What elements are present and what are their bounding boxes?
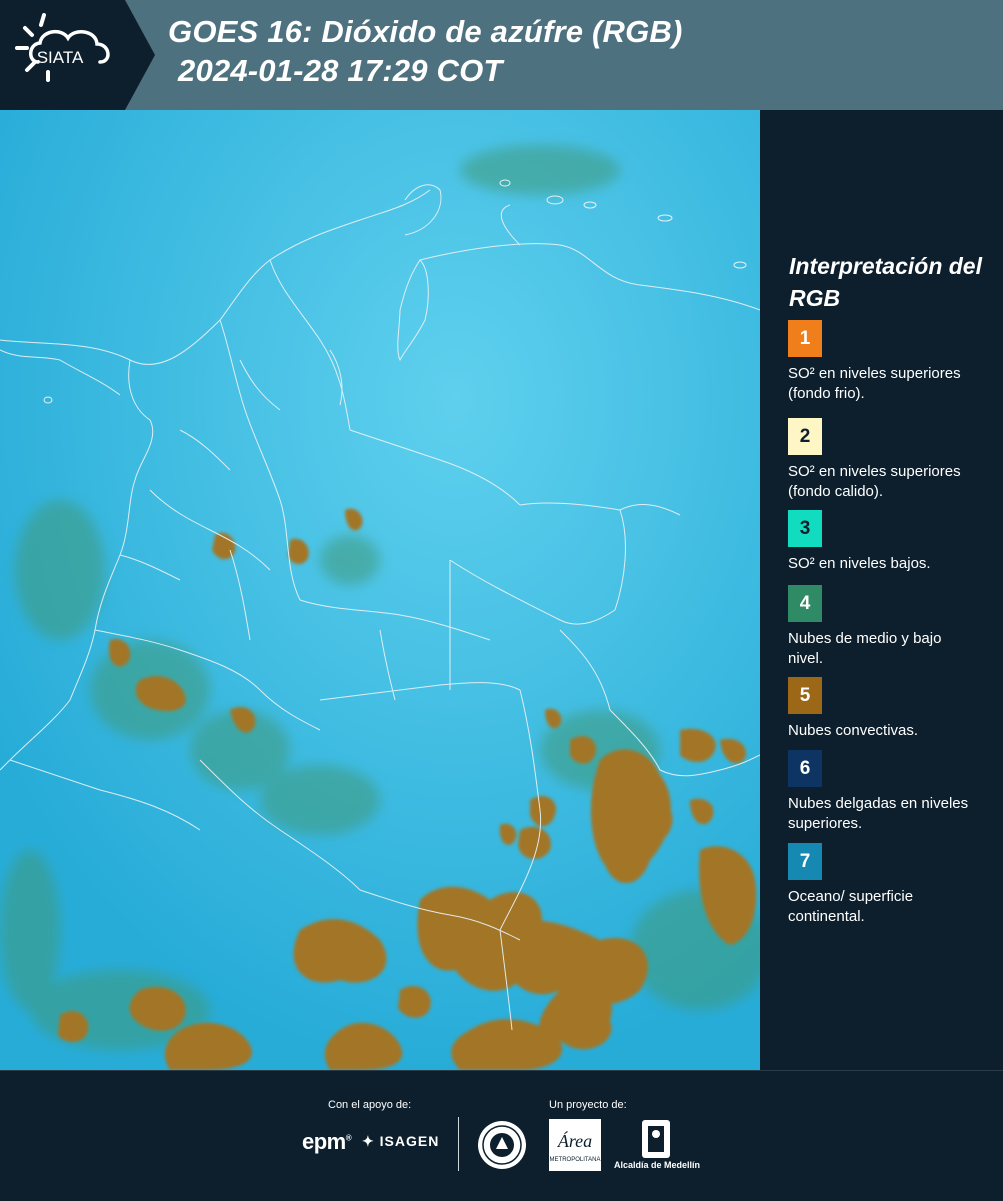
legend-item: 2 SO² en niveles superiores (fondo calid… [788, 418, 998, 508]
epm-logo: epm® [302, 1129, 352, 1154]
header-bar: SIATA GOES 16: Dióxido de azúfre (RGB) 2… [0, 0, 1003, 110]
legend-title: Interpretación del RGB [789, 253, 982, 311]
legend-item: 6 Nubes delgadas en niveles superiores. [788, 750, 998, 834]
legend-swatch: 1 [788, 320, 822, 357]
legend-item: 5 Nubes convectivas. [788, 677, 998, 741]
page-title: GOES 16: Dióxido de azúfre (RGB) [168, 14, 683, 49]
project-label: Un proyecto de: [549, 1099, 627, 1111]
legend-label: SO² en niveles bajos. [788, 555, 931, 572]
satellite-map [0, 110, 760, 1070]
alcaldia-logo-text: Alcaldía de Medellín [613, 1160, 701, 1170]
legend-item: 4 Nubes de medio y bajo nivel. [788, 585, 998, 669]
legend-label: Oceano/ superficie continental. [788, 888, 914, 925]
alcaldia-shield-icon [642, 1120, 670, 1158]
legend-label: Nubes de medio y bajo nivel. [788, 630, 942, 667]
page-subtitle-timestamp: 2024-01-28 17:29 COT [178, 53, 503, 88]
area-logo-subtext: METROPOLITANA [550, 1157, 601, 1163]
legend-label: Nubes convectivas. [788, 722, 919, 739]
support-label: Con el apoyo de: [328, 1099, 412, 1111]
legend-item: 1 SO² en niveles superiores (fondo frio)… [788, 320, 998, 404]
isagen-logo: ✦ ISAGEN [362, 1133, 440, 1149]
area-metropolitana-logo: Área METROPOLITANA [549, 1119, 601, 1171]
footer: Con el apoyo de: Un proyecto de: epm® ✦ … [0, 1070, 1003, 1201]
siata-logo: SIATA [0, 0, 155, 110]
alcaldia-medellin-logo: Alcaldía de Medellín [612, 1118, 702, 1178]
siata-logo-text: SIATA [37, 48, 84, 67]
legend-swatch: 4 [788, 585, 822, 622]
legend-item: 7 Oceano/ superficie continental. [788, 843, 998, 927]
legend-swatch: 7 [788, 843, 822, 880]
legend-label: SO² en niveles superiores (fondo frio). [788, 365, 961, 402]
legend-panel: Interpretación del RGB 1 SO² en niveles … [760, 110, 1003, 1070]
legend-item: 3 SO² en niveles bajos. [788, 510, 998, 574]
legend-label: SO² en niveles superiores (fondo calido)… [788, 463, 961, 500]
legend-swatch: 2 [788, 418, 822, 455]
footer-divider [458, 1117, 459, 1171]
legend-swatch: 3 [788, 510, 822, 547]
area-logo-text: Área [557, 1130, 592, 1151]
legend-swatch: 5 [788, 677, 822, 714]
medellin-seal-icon [478, 1121, 526, 1169]
legend-swatch: 6 [788, 750, 822, 787]
legend-label: Nubes delgadas en niveles superiores. [788, 795, 969, 832]
epm-logo-text: epm [302, 1129, 346, 1154]
isagen-logo-text: ISAGEN [379, 1133, 440, 1149]
